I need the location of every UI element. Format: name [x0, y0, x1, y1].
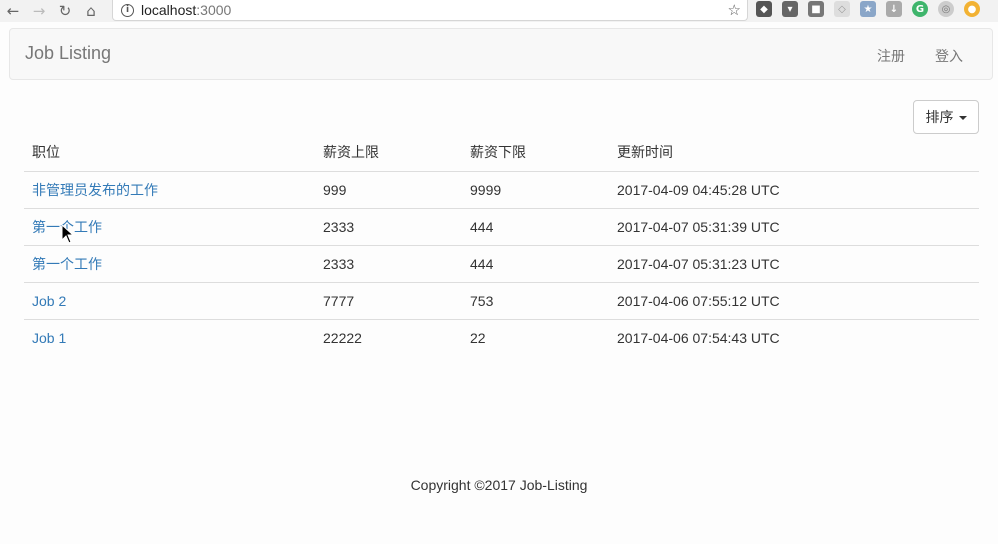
target-icon[interactable]: ◎: [938, 1, 954, 17]
table-header-row: 职位 薪资上限 薪资下限 更新时间: [24, 134, 979, 172]
extensions-bar: ◆ ▾ ■ ◇ ★ ↓ G ◎ ●: [756, 1, 980, 17]
table-row: 第一个工作 2333 444 2017-04-07 05:31:39 UTC: [24, 208, 979, 246]
extension-icon[interactable]: ●: [964, 1, 980, 17]
updated-cell: 2017-04-06 07:55:12 UTC: [609, 282, 979, 320]
table-row: 第一个工作 2333 444 2017-04-07 05:31:23 UTC: [24, 245, 979, 283]
table-row: Job 2 7777 753 2017-04-06 07:55:12 UTC: [24, 282, 979, 320]
address-bar[interactable]: i localhost:3000 ☆: [112, 0, 748, 21]
wage-lower-cell: 22: [470, 329, 486, 346]
register-link[interactable]: 注册: [877, 46, 905, 66]
reload-icon[interactable]: ↻: [52, 0, 78, 22]
job-title-link[interactable]: 第一个工作: [32, 256, 102, 272]
wage-lower-cell: 753: [462, 282, 609, 320]
mouse-cursor-icon: [61, 224, 75, 244]
browser-toolbar: ← → ↻ ⌂ i localhost:3000 ☆ ◆ ▾ ■ ◇ ★ ↓ G…: [0, 0, 998, 22]
wage-lower-cell: 444: [462, 245, 609, 283]
extension-icon[interactable]: ■: [808, 1, 824, 17]
sort-dropdown-button[interactable]: 排序: [913, 100, 979, 134]
caret-down-icon: [958, 116, 967, 120]
table-row: 非管理员发布的工作 999 9999 2017-04-09 04:45:28 U…: [24, 171, 979, 209]
updated-cell: 2017-04-09 04:45:28 UTC: [609, 171, 979, 209]
wage-upper-cell: 22222: [323, 329, 362, 346]
job-title-link[interactable]: Job 1: [32, 330, 66, 346]
updated-cell: 2017-04-07 05:31:39 UTC: [609, 208, 979, 246]
home-icon[interactable]: ⌂: [78, 0, 104, 22]
navbar: Job Listing 注册 登入: [9, 28, 993, 80]
footer-copyright: Copyright ©2017 Job-Listing: [410, 477, 588, 493]
pocket-icon[interactable]: ▾: [782, 1, 798, 17]
sort-label: 排序: [925, 109, 954, 125]
wage-upper-cell: 2333: [315, 245, 462, 283]
wage-upper-cell: 7777: [315, 282, 462, 320]
header-title: 职位: [24, 134, 315, 172]
job-title-link[interactable]: Job 2: [32, 293, 66, 309]
download-icon[interactable]: ↓: [886, 1, 902, 17]
job-title-link[interactable]: 非管理员发布的工作: [32, 182, 158, 198]
forward-icon[interactable]: →: [26, 0, 52, 22]
brand-link[interactable]: Job Listing: [25, 43, 111, 64]
jobs-table: 职位 薪资上限 薪资下限 更新时间 非管理员发布的工作 999 9999 201…: [24, 134, 979, 356]
url-port: :3000: [196, 2, 232, 18]
wage-lower-cell: 444: [462, 208, 609, 246]
shield-icon[interactable]: ◇: [834, 1, 850, 17]
grammarly-icon[interactable]: G: [912, 1, 928, 17]
info-icon[interactable]: i: [121, 3, 134, 17]
wage-lower-cell: 9999: [462, 171, 609, 209]
header-updated: 更新时间: [609, 134, 979, 172]
header-wage-upper: 薪资上限: [315, 134, 462, 172]
star-icon[interactable]: ☆: [728, 0, 741, 20]
login-link[interactable]: 登入: [935, 46, 963, 66]
back-icon[interactable]: ←: [0, 0, 26, 22]
table-row: Job 1 22222 22 2017-04-06 07:54:43 UTC: [24, 319, 979, 356]
wage-upper-cell: 999: [315, 171, 462, 209]
header-wage-lower: 薪资下限: [462, 134, 609, 172]
extension-icon[interactable]: ◆: [756, 1, 772, 17]
url-host: localhost: [141, 2, 197, 18]
updated-cell: 2017-04-07 05:31:23 UTC: [609, 245, 979, 283]
bookmark-extension-icon[interactable]: ★: [860, 1, 876, 17]
updated-cell: 2017-04-06 07:54:43 UTC: [617, 329, 780, 346]
wage-upper-cell: 2333: [315, 208, 462, 246]
